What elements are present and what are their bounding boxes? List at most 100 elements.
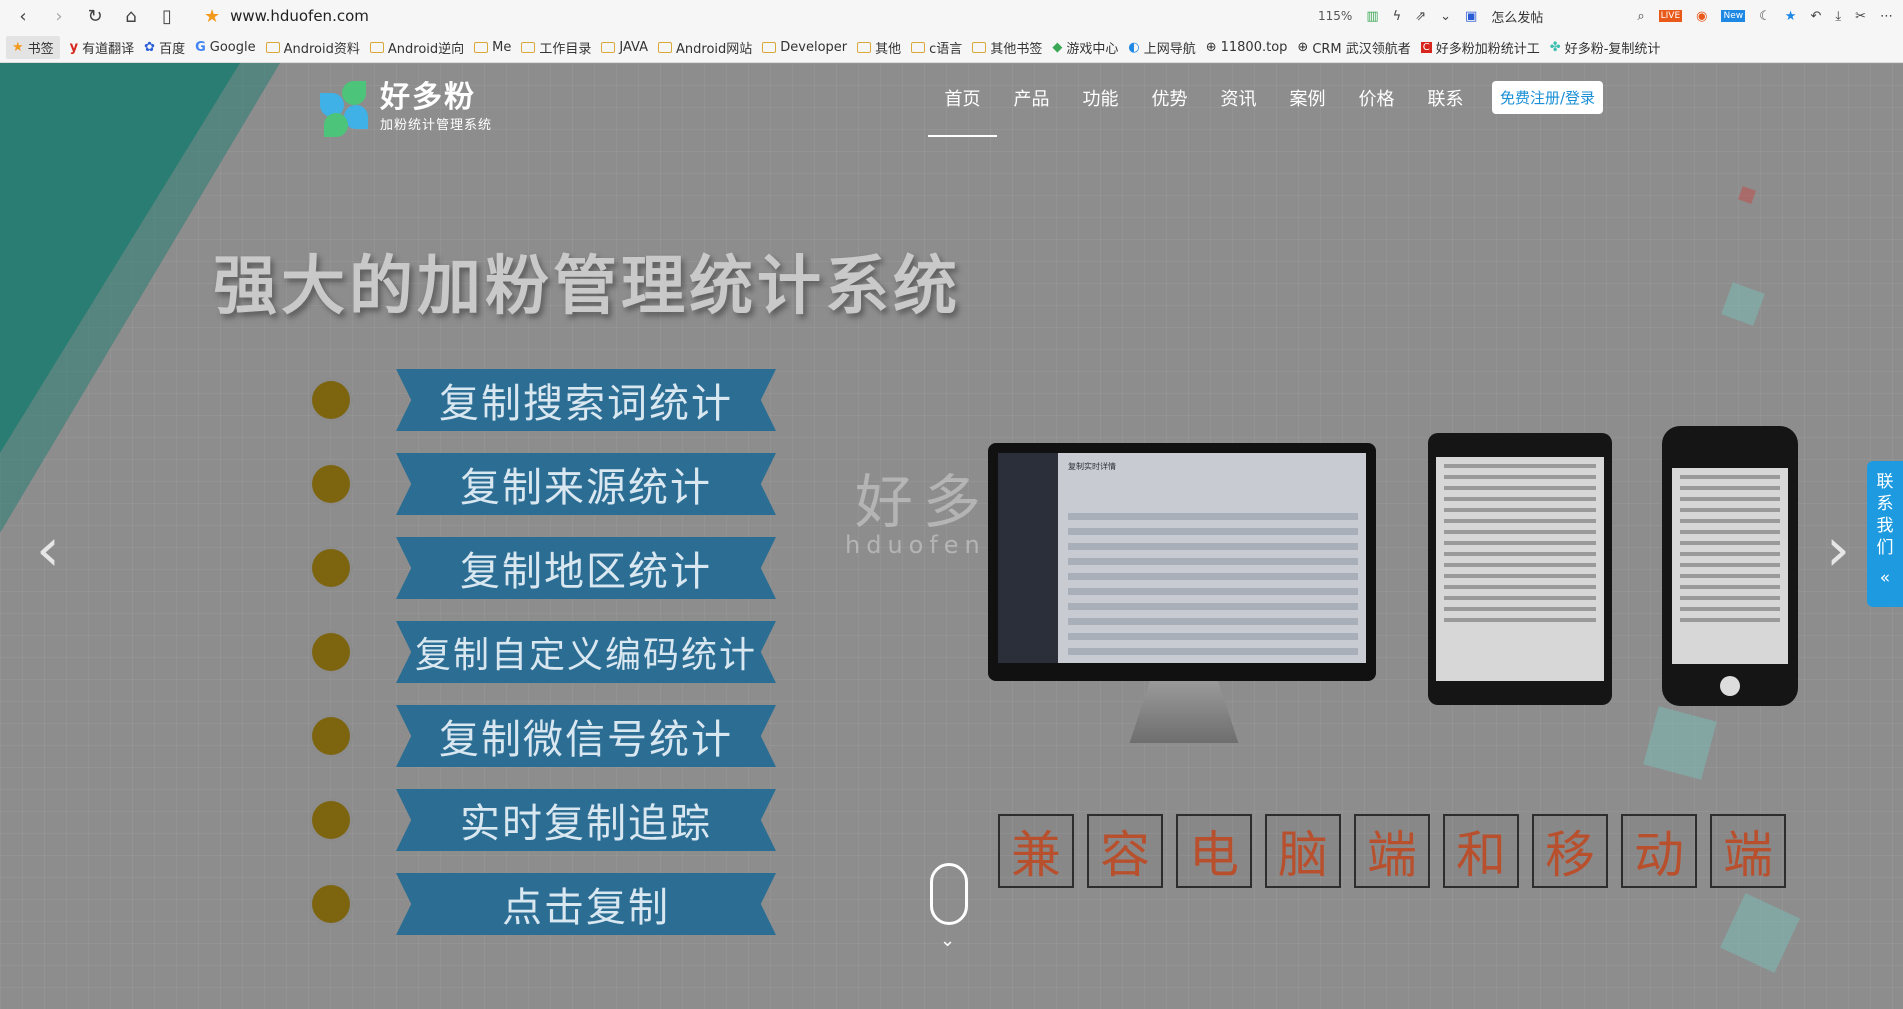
forward-icon[interactable]: › bbox=[46, 3, 72, 29]
bookmark-item[interactable]: ⊕ 11800.top bbox=[1206, 40, 1288, 55]
hero-section: 好多粉 加粉统计管理系统 首页 产品 功能 优势 资讯 案例 价格 联系 免费注… bbox=[0, 63, 1903, 1009]
game-icon[interactable]: ◉ bbox=[1696, 9, 1707, 24]
youdao-icon: y bbox=[69, 39, 79, 55]
address-bar[interactable]: www.hduofen.com bbox=[230, 7, 369, 25]
download-icon[interactable]: ⤓ bbox=[1835, 9, 1841, 24]
star-icon: ★ bbox=[12, 39, 24, 55]
globe-icon: ⊕ bbox=[1297, 39, 1309, 55]
scissors-icon[interactable]: ✂ bbox=[1855, 9, 1866, 24]
phone-screen bbox=[1672, 468, 1788, 664]
chevron-down-icon[interactable]: ⌄ bbox=[1440, 9, 1451, 24]
bookmark-item[interactable]: Android资料 bbox=[265, 38, 360, 57]
bookmark-item[interactable]: Android逆向 bbox=[369, 38, 464, 57]
browser-toolbar: ‹ › ↻ ⌂ ▯ ★ www.hduofen.com 115% ▥ ϟ ⇗ ⌄… bbox=[0, 0, 1903, 32]
live-icon[interactable]: LIVE bbox=[1658, 10, 1683, 22]
nav-pricing[interactable]: 价格 bbox=[1342, 77, 1411, 135]
night-mode-icon[interactable]: ☾ bbox=[1759, 9, 1771, 24]
nav-contact[interactable]: 联系 bbox=[1411, 77, 1480, 135]
bookmark-item[interactable]: 其他 bbox=[857, 38, 901, 57]
favorite-star-icon[interactable]: ★ bbox=[204, 6, 220, 27]
register-login-button[interactable]: 免费注册/登录 bbox=[1492, 81, 1604, 114]
monitor-stand bbox=[1129, 681, 1239, 743]
compat-char: 电 bbox=[1176, 814, 1252, 888]
more-icon[interactable]: ⋯ bbox=[1880, 9, 1893, 24]
contact-us-tab[interactable]: 联 系 我 们 « bbox=[1867, 461, 1903, 607]
bookmark-item[interactable]: y 有道翻译 bbox=[70, 38, 135, 57]
chevron-down-icon[interactable]: ⌄ bbox=[940, 930, 955, 951]
folder-icon bbox=[265, 41, 280, 53]
bookmark-item[interactable]: ◐ 上网导航 bbox=[1128, 38, 1195, 57]
back-icon[interactable]: ‹ bbox=[10, 3, 36, 29]
folder-icon bbox=[474, 41, 489, 53]
bookmark-item[interactable]: G Google bbox=[195, 40, 256, 55]
share-icon[interactable]: ⇗ bbox=[1415, 9, 1426, 24]
clover-logo-icon bbox=[316, 79, 372, 137]
globe-icon: ⊕ bbox=[1205, 39, 1217, 55]
desktop-monitor-image: 复制实时详情 bbox=[988, 443, 1376, 681]
nav-home[interactable]: 首页 bbox=[928, 77, 997, 137]
bookmark-item[interactable]: Me bbox=[474, 40, 511, 55]
bullet-dot bbox=[312, 381, 350, 419]
gamepad-icon: ◆ bbox=[1052, 39, 1063, 55]
nav-news[interactable]: 资讯 bbox=[1204, 77, 1273, 135]
screen-sidebar bbox=[998, 453, 1058, 663]
extension-icon[interactable]: ▥ bbox=[1366, 9, 1378, 24]
clover-icon: ✤ bbox=[1549, 39, 1561, 55]
folder-icon bbox=[911, 41, 926, 53]
screen-header: 复制实时详情 bbox=[1068, 462, 1116, 471]
folder-icon bbox=[369, 41, 384, 53]
folder-icon bbox=[762, 41, 777, 53]
tablet-screen bbox=[1436, 457, 1604, 681]
nav-features[interactable]: 功能 bbox=[1066, 77, 1135, 135]
flash-icon[interactable]: ϟ bbox=[1393, 9, 1402, 24]
search-engine-icon[interactable]: ▣ bbox=[1465, 9, 1477, 24]
feature-ribbon: 复制来源统计 bbox=[396, 453, 776, 515]
feature-ribbon: 点击复制 bbox=[396, 873, 776, 935]
bullet-dot bbox=[312, 549, 350, 587]
bookmark-item[interactable]: ★ 书签 bbox=[6, 35, 60, 59]
decor-triangle bbox=[0, 63, 240, 453]
reader-icon[interactable]: ▯ bbox=[154, 3, 180, 29]
reload-icon[interactable]: ↻ bbox=[82, 3, 108, 29]
bookmark-icon[interactable]: ★ bbox=[1785, 9, 1797, 24]
undo-icon[interactable]: ↶ bbox=[1810, 9, 1821, 24]
feature-ribbon: 复制搜索词统计 bbox=[396, 369, 776, 431]
bookmark-item[interactable]: 工作目录 bbox=[521, 38, 591, 57]
site-favicon-icon: C bbox=[1420, 41, 1432, 53]
search-hint[interactable]: 怎么发帖 bbox=[1491, 7, 1543, 26]
bookmark-item[interactable]: ✿ 百度 bbox=[144, 38, 185, 57]
folder-icon bbox=[521, 41, 536, 53]
nav-cases[interactable]: 案例 bbox=[1273, 77, 1342, 135]
news-icon[interactable]: New bbox=[1721, 10, 1746, 22]
zoom-level[interactable]: 115% bbox=[1318, 9, 1352, 23]
google-icon: G bbox=[195, 39, 206, 55]
bookmark-item[interactable]: ◆ 游戏中心 bbox=[1052, 38, 1118, 57]
bookmark-item[interactable]: ⊕ CRM 武汉领航者 bbox=[1297, 38, 1410, 57]
bullet-dot bbox=[312, 465, 350, 503]
slider-prev-arrow-icon[interactable]: ‹ bbox=[36, 515, 60, 585]
compat-char: 兼 bbox=[998, 814, 1074, 888]
bookmark-item[interactable]: Android网站 bbox=[658, 38, 752, 57]
folder-icon bbox=[658, 41, 672, 53]
site-logo[interactable]: 好多粉 加粉统计管理系统 bbox=[316, 79, 492, 137]
bookmark-item[interactable]: Developer bbox=[762, 40, 847, 55]
nav-product[interactable]: 产品 bbox=[997, 77, 1066, 135]
bullet-dot bbox=[312, 801, 350, 839]
bullet-dot bbox=[312, 633, 350, 671]
search-icon[interactable]: ⌕ bbox=[1637, 9, 1644, 24]
bookmarks-bar: ★ 书签 y 有道翻译 ✿ 百度 G Google Android资料 Android逆… bbox=[0, 32, 1903, 63]
bookmark-item[interactable]: C 好多粉加粉统计工 bbox=[1420, 38, 1540, 57]
nav-advantages[interactable]: 优势 bbox=[1135, 77, 1204, 135]
compat-char: 动 bbox=[1621, 814, 1697, 888]
bookmark-item[interactable]: ✤ 好多粉-复制统计 bbox=[1550, 38, 1661, 57]
mouse-scroll-icon[interactable] bbox=[930, 863, 968, 925]
screen-table bbox=[1068, 513, 1358, 663]
folder-icon bbox=[857, 41, 872, 53]
bookmark-item[interactable]: 其他书签 bbox=[972, 38, 1042, 57]
home-icon[interactable]: ⌂ bbox=[118, 3, 144, 29]
slider-next-arrow-icon[interactable]: › bbox=[1826, 515, 1850, 585]
bookmark-item[interactable]: JAVA bbox=[601, 40, 648, 55]
phone-image bbox=[1662, 426, 1798, 706]
double-chevron-left-icon: « bbox=[1879, 568, 1891, 588]
bookmark-item[interactable]: c语言 bbox=[911, 38, 962, 57]
